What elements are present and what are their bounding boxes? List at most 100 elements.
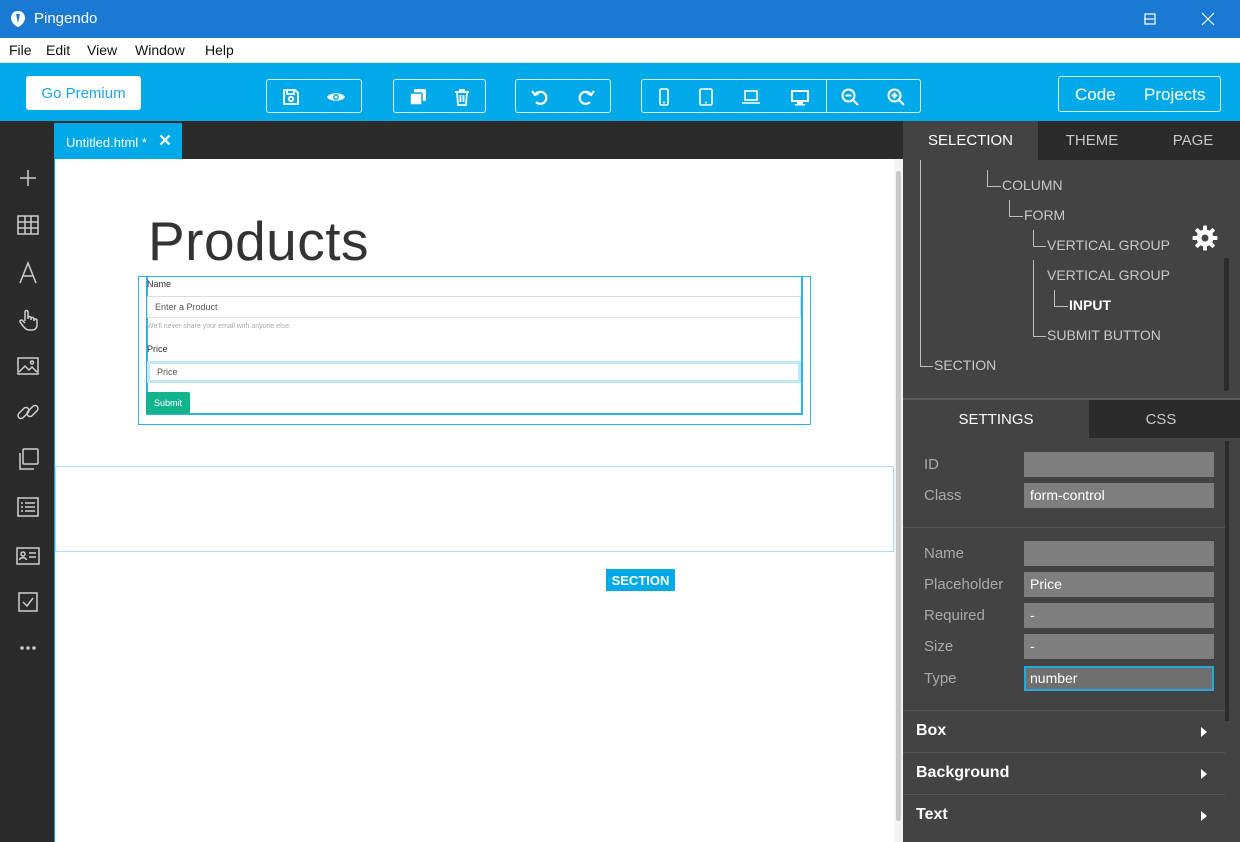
undo-button[interactable] [530,87,550,107]
editor-tab-label: Untitled.html * [66,135,147,150]
close-tab-icon[interactable] [159,134,171,146]
tab-theme[interactable]: THEME [1038,121,1146,160]
class-input[interactable]: form-control [1024,483,1214,508]
tree-node-vertical-group-1[interactable]: VERTICAL GROUP [1047,237,1170,253]
tree-node-submit-button[interactable]: SUBMIT BUTTON [1047,327,1161,343]
menu-help[interactable]: Help [205,42,234,58]
tree-connector [920,160,933,367]
canvas-scrollbar-thumb[interactable] [896,171,901,821]
required-label: Required [924,607,985,624]
close-button[interactable] [1185,0,1231,38]
maximize-icon [1144,13,1156,25]
design-canvas[interactable]: Products Name Enter a Product We'll neve… [54,159,894,842]
fields-separator [903,527,1225,528]
viewport-group [641,79,921,113]
menu-edit[interactable]: Edit [46,42,70,58]
price-input[interactable]: Price [147,361,801,383]
tab-settings[interactable]: SETTINGS [903,400,1089,438]
tree-node-section[interactable]: SECTION [934,357,996,373]
duplicate-button[interactable] [408,87,428,107]
text-accordion[interactable]: Text [903,794,1225,836]
link-components-button[interactable] [16,400,40,424]
text-accordion-label: Text [916,806,948,823]
tree-node-column[interactable]: COLUMN [1002,177,1063,193]
settings-scrollbar[interactable] [1225,441,1229,721]
desktop-icon [791,90,809,106]
go-premium-button[interactable]: Go Premium [26,76,141,110]
zoom-in-button[interactable] [886,87,906,107]
file-actions-group [266,79,362,113]
tablet-view-button[interactable] [696,87,716,107]
close-icon [1201,12,1215,26]
container-components-button[interactable] [16,447,40,471]
maximize-button[interactable] [1127,0,1173,38]
placeholder-input[interactable]: Price [1024,572,1214,597]
media-components-button[interactable] [16,354,40,378]
history-group [515,79,611,113]
tab-css[interactable]: CSS [1089,400,1233,438]
list-components-button[interactable] [16,495,40,519]
image-icon [17,357,39,375]
tab-page[interactable]: PAGE [1146,121,1240,160]
interactive-components-button[interactable] [16,308,40,332]
save-button[interactable] [281,87,301,107]
tablet-icon [699,88,713,106]
more-components-button[interactable] [16,636,40,660]
gear-icon[interactable] [1191,224,1219,252]
tree-connector [1009,200,1023,217]
code-button[interactable]: Code [1075,85,1116,105]
plus-icon [20,170,36,186]
menu-view[interactable]: View [87,42,117,58]
projects-button[interactable]: Projects [1144,85,1205,105]
required-select[interactable]: - [1024,603,1214,628]
box-accordion[interactable]: Box [903,710,1225,752]
name-attr-input[interactable] [1024,541,1214,566]
name-input[interactable]: Enter a Product [147,296,801,318]
canvas-scrollbar[interactable] [894,159,903,842]
zoom-in-icon [887,88,905,106]
editor-tab[interactable]: Untitled.html * [54,123,182,159]
toolbar-separator [826,80,827,112]
tree-node-vertical-group-2[interactable]: VERTICAL GROUP [1047,267,1170,283]
toolbar: Go Premium Code Projects [0,63,1240,121]
mobile-view-button[interactable] [654,87,674,107]
editor-tab-strip: Untitled.html * [54,121,903,159]
form-components-button[interactable] [16,590,40,614]
more-icon [20,646,36,650]
settings-tabs: SETTINGS CSS [903,400,1240,438]
tree-scrollbar[interactable] [1224,258,1229,391]
background-accordion-label: Background [916,764,1010,781]
section-tag[interactable]: SECTION [606,569,675,591]
panel-tabs: SELECTION THEME PAGE [903,121,1240,160]
size-select[interactable]: - [1024,634,1214,659]
title-bar: Pingendo [0,0,1240,38]
menu-window[interactable]: Window [135,42,185,58]
delete-button[interactable] [452,87,472,107]
copy-icon [19,448,39,470]
zoom-out-button[interactable] [840,87,860,107]
background-accordion[interactable]: Background [903,752,1225,794]
text-components-button[interactable] [16,260,40,285]
id-input[interactable] [1024,452,1214,477]
hand-pointer-icon [19,309,38,331]
undo-icon [531,90,548,105]
tree-node-input[interactable]: INPUT [1069,297,1111,313]
add-component-button[interactable] [16,166,40,190]
caret-right-icon [1201,811,1207,821]
desktop-view-button[interactable] [790,87,810,107]
tree-node-form[interactable]: FORM [1024,207,1065,223]
layout-components-button[interactable] [16,213,40,237]
laptop-view-button[interactable] [741,87,761,107]
section-outline[interactable] [55,466,894,552]
page-heading[interactable]: Products [148,209,369,273]
duplicate-icon [409,89,426,106]
tab-selection[interactable]: SELECTION [903,121,1038,160]
name-label: Name [147,279,172,289]
submit-button[interactable]: Submit [146,392,190,414]
menu-file[interactable]: File [9,42,32,58]
card-components-button[interactable] [16,544,40,568]
preview-button[interactable] [326,87,346,107]
type-label: Type [924,670,957,687]
type-input[interactable]: number [1024,666,1214,691]
redo-button[interactable] [576,87,596,107]
